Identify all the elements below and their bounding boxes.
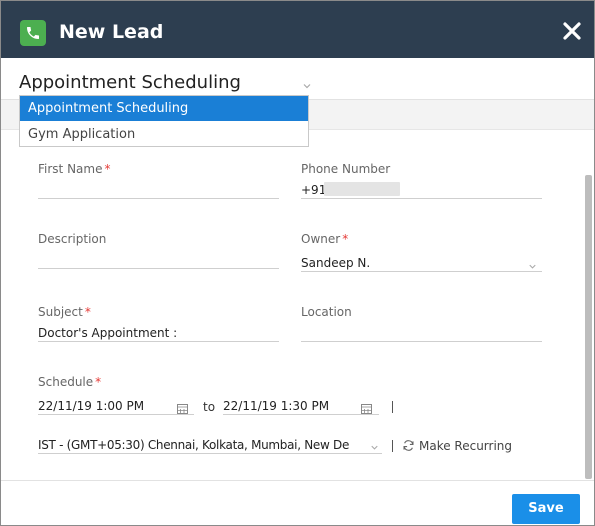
layout-dropdown: Appointment Scheduling Gym Application: [19, 95, 309, 147]
schedule-label: Schedule *: [38, 375, 102, 389]
schedule-start-input[interactable]: 22/11/19 1:00 PM: [38, 398, 144, 414]
location-input[interactable]: [301, 325, 541, 341]
subject-label: Subject *: [38, 305, 91, 319]
owner-select[interactable]: Sandeep N.: [301, 255, 370, 271]
divider: [392, 401, 393, 413]
owner-label: Owner *: [301, 232, 349, 246]
first-name-underline: [38, 198, 279, 199]
make-recurring-button[interactable]: Make Recurring: [402, 438, 512, 454]
layout-select-row: Appointment Scheduling: [1, 58, 594, 100]
chevron-down-icon[interactable]: [527, 257, 538, 269]
phone-underline: [301, 198, 542, 199]
schedule-to-label: to: [203, 400, 216, 414]
description-label: Description: [38, 232, 107, 246]
timezone-underline: [38, 453, 382, 454]
phone-number-label: Phone Number: [301, 162, 391, 176]
description-input[interactable]: [38, 252, 278, 268]
schedule-end-input[interactable]: 22/11/19 1:30 PM: [223, 398, 329, 414]
owner-underline: [301, 271, 542, 272]
make-recurring-label: Make Recurring: [419, 439, 513, 453]
dialog-header: New Lead: [1, 1, 594, 58]
dialog-footer: [1, 480, 594, 525]
chevron-down-icon[interactable]: [301, 77, 313, 89]
calendar-icon[interactable]: [177, 399, 188, 414]
subject-underline: [38, 341, 279, 342]
timezone-select[interactable]: IST - (GMT+05:30) Chennai, Kolkata, Mumb…: [38, 437, 372, 453]
schedule-start-underline: [38, 414, 194, 415]
divider: [392, 440, 393, 452]
location-label: Location: [301, 305, 352, 319]
first-name-label: First Name *: [38, 162, 111, 176]
scrollbar[interactable]: [585, 175, 592, 479]
layout-select[interactable]: Appointment Scheduling: [19, 71, 241, 95]
calendar-icon[interactable]: [361, 399, 372, 414]
dialog-title: New Lead: [59, 21, 164, 43]
new-lead-dialog: New Lead Appointment Scheduling Appointm…: [0, 0, 595, 526]
dropdown-option-gym-application[interactable]: Gym Application: [20, 122, 308, 147]
save-button[interactable]: Save: [512, 494, 580, 524]
schedule-end-underline: [223, 414, 379, 415]
description-underline: [38, 268, 279, 269]
subject-input[interactable]: Doctor's Appointment :: [38, 325, 177, 341]
chevron-down-icon[interactable]: [369, 438, 380, 450]
location-underline: [301, 341, 542, 342]
phone-icon: [20, 20, 46, 46]
close-icon[interactable]: [562, 21, 582, 41]
dropdown-option-appointment-scheduling[interactable]: Appointment Scheduling: [20, 96, 308, 121]
refresh-icon: [402, 437, 415, 456]
first-name-input[interactable]: [38, 182, 278, 198]
phone-redacted: [324, 182, 400, 196]
